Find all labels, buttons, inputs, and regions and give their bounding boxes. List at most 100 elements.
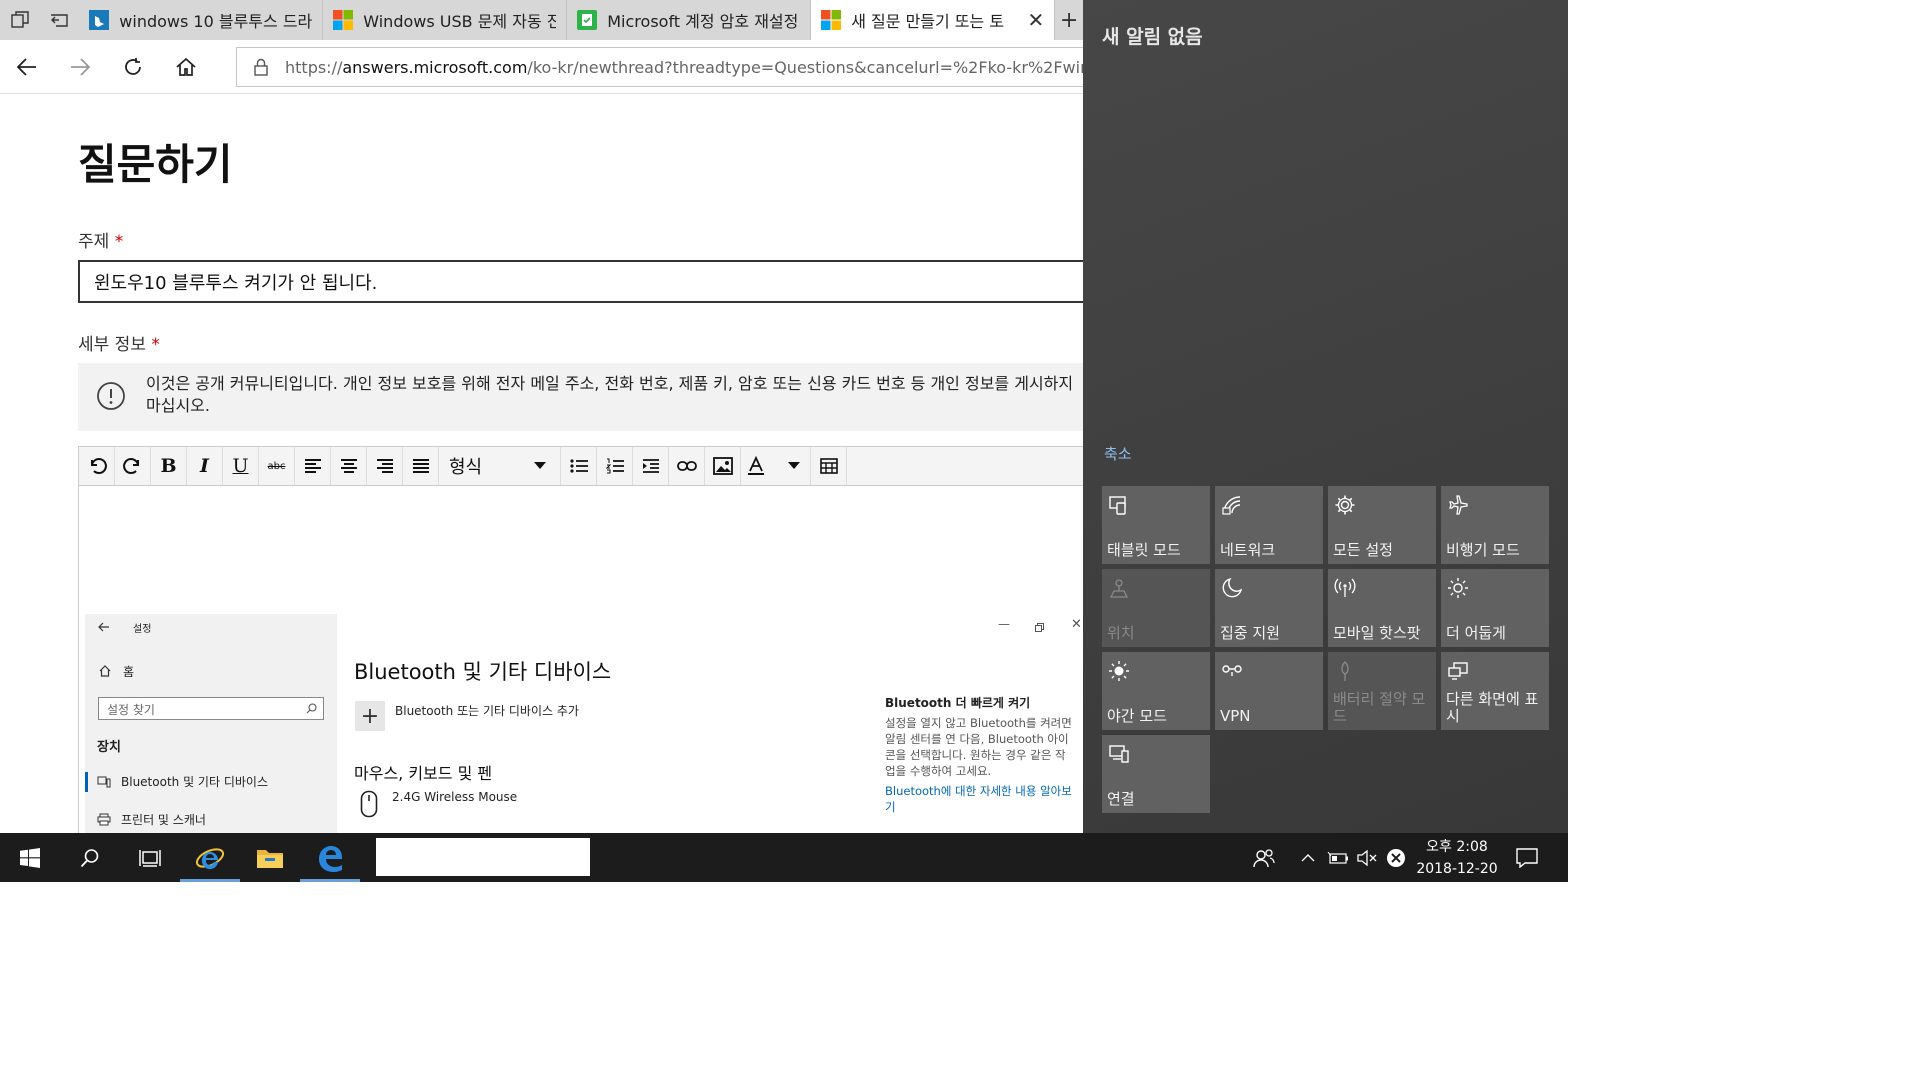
edge-button[interactable] bbox=[300, 833, 360, 882]
system-clock[interactable]: 오후 2:08 2018-12-20 bbox=[1410, 833, 1504, 882]
url-scheme: https:// bbox=[285, 57, 343, 77]
file-explorer-button[interactable] bbox=[240, 833, 300, 882]
bold-button[interactable]: B bbox=[151, 447, 187, 485]
underline-button[interactable]: U bbox=[223, 447, 259, 485]
show-hidden-icons-button[interactable] bbox=[1296, 833, 1320, 882]
image-icon bbox=[712, 457, 733, 475]
home-icon bbox=[99, 665, 111, 677]
internet-explorer-button[interactable] bbox=[180, 833, 240, 882]
tab-bing-search[interactable]: windows 10 블루투스 드라( bbox=[79, 0, 324, 40]
quick-action-battery-saver[interactable]: 배터리 절약 모드 bbox=[1328, 652, 1436, 730]
justify-button[interactable] bbox=[403, 447, 439, 485]
tab-password-reset[interactable]: Microsoft 계정 암호 재설정 bbox=[567, 0, 812, 40]
tab-title: 새 질문 만들기 또는 토 bbox=[851, 12, 1005, 31]
settings-sidebar: 설정 홈 설정 찾기 장치 Bluetooth 및 기타 디바이스 프린터 및 … bbox=[85, 614, 337, 833]
volume-muted-icon bbox=[1357, 849, 1377, 866]
quick-action-vpn[interactable]: VPN bbox=[1215, 652, 1323, 730]
tab-title: Windows USB 문제 자동 진 bbox=[363, 12, 557, 31]
moon-icon bbox=[1221, 577, 1243, 599]
required-mark: * bbox=[151, 335, 160, 355]
tab-new-question[interactable]: 새 질문 만들기 또는 토 ✕ bbox=[811, 0, 1056, 40]
format-select[interactable]: 형식 bbox=[439, 447, 561, 485]
refresh-button[interactable] bbox=[106, 40, 159, 94]
home-icon bbox=[175, 57, 196, 76]
strikethrough-button[interactable]: abc bbox=[259, 447, 295, 485]
quick-action-project[interactable]: 다른 화면에 표시 bbox=[1441, 652, 1549, 730]
align-left-button[interactable] bbox=[295, 447, 331, 485]
settings-app-title: 설정 bbox=[133, 624, 152, 635]
quick-action-moon[interactable]: 집중 지원 bbox=[1215, 569, 1323, 647]
numbered-list-button[interactable] bbox=[597, 447, 633, 485]
project-icon bbox=[1447, 660, 1469, 682]
network-button[interactable] bbox=[1382, 833, 1410, 882]
connect-icon bbox=[1108, 743, 1130, 765]
navigation-bar: https://answers.microsoft.com/ko-kr/newt… bbox=[0, 40, 1096, 94]
selected-indicator bbox=[85, 772, 88, 792]
quick-action-brightness[interactable]: 더 어둡게 bbox=[1441, 569, 1549, 647]
subject-label: 주제 * bbox=[78, 227, 123, 252]
quick-action-hotspot[interactable]: 모바일 핫스팟 bbox=[1328, 569, 1436, 647]
search-button[interactable] bbox=[60, 833, 120, 882]
forward-button[interactable] bbox=[53, 40, 106, 94]
table-icon bbox=[819, 458, 838, 474]
action-center-button[interactable] bbox=[1510, 833, 1544, 882]
address-bar[interactable]: https://answers.microsoft.com/ko-kr/newt… bbox=[236, 47, 1096, 87]
quick-action-tablet-mode[interactable]: 태블릿 모드 bbox=[1102, 486, 1210, 564]
image-button[interactable] bbox=[705, 447, 741, 485]
table-button[interactable] bbox=[811, 447, 847, 485]
location-icon bbox=[1108, 577, 1130, 599]
taskbar: 오후 2:08 2018-12-20 bbox=[0, 833, 1568, 882]
redo-button[interactable] bbox=[115, 447, 151, 485]
start-button[interactable] bbox=[0, 833, 60, 882]
microsoft-icon bbox=[821, 10, 842, 30]
quick-action-label: 야간 모드 bbox=[1107, 707, 1167, 725]
text-color-button[interactable] bbox=[741, 447, 811, 485]
subject-input[interactable]: 윈도우10 블루투스 켜기가 안 됩니다. bbox=[78, 260, 1083, 303]
forward-arrow-icon bbox=[70, 57, 90, 76]
task-view-button[interactable] bbox=[120, 833, 180, 882]
people-button[interactable] bbox=[1244, 833, 1284, 882]
quick-action-label: 연결 bbox=[1107, 790, 1135, 808]
settings-home: 홈 bbox=[123, 665, 135, 679]
align-center-button[interactable] bbox=[331, 447, 367, 485]
editor-toolbar: B I U abc 형식 bbox=[78, 446, 1083, 486]
bullet-list-button[interactable] bbox=[561, 447, 597, 485]
collapse-link[interactable]: 축소 bbox=[1104, 443, 1132, 464]
quick-action-label: 위치 bbox=[1107, 624, 1135, 642]
page-title: 질문하기 bbox=[78, 140, 233, 189]
tab-title: Microsoft 계정 암호 재설정 bbox=[607, 12, 799, 31]
quick-action-airplane[interactable]: 비행기 모드 bbox=[1441, 486, 1549, 564]
quick-action-location[interactable]: 위치 bbox=[1102, 569, 1210, 647]
windows-logo-icon bbox=[20, 847, 40, 868]
tab-usb-troubleshooter[interactable]: Windows USB 문제 자동 진 bbox=[323, 0, 568, 40]
home-button[interactable] bbox=[159, 40, 212, 94]
info-circle-icon bbox=[97, 382, 125, 410]
undo-button[interactable] bbox=[79, 447, 115, 485]
gear-icon bbox=[1334, 494, 1356, 516]
battery-saver-icon bbox=[1334, 660, 1356, 682]
quick-action-night-light[interactable]: 야간 모드 bbox=[1102, 652, 1210, 730]
quick-action-gear[interactable]: 모든 설정 bbox=[1328, 486, 1436, 564]
side-heading: Bluetooth 더 빠르게 켜기 bbox=[885, 696, 1031, 710]
set-aside-tabs-icon[interactable] bbox=[40, 0, 80, 40]
align-right-button[interactable] bbox=[367, 447, 403, 485]
network-icon bbox=[1221, 494, 1243, 516]
quick-action-label: 집중 지원 bbox=[1220, 624, 1280, 642]
quick-action-label: 네트워크 bbox=[1220, 541, 1276, 559]
close-tab-icon[interactable]: ✕ bbox=[1017, 8, 1044, 32]
volume-button[interactable] bbox=[1354, 833, 1380, 882]
quick-action-connect[interactable]: 연결 bbox=[1102, 735, 1210, 813]
quick-action-network[interactable]: 네트워크 bbox=[1215, 486, 1323, 564]
link-button[interactable] bbox=[669, 447, 705, 485]
url-path: /ko-kr/newthread?threadtype=Questions&ca… bbox=[527, 57, 1095, 77]
italic-button[interactable]: I bbox=[187, 447, 223, 485]
tab-preview-icon[interactable] bbox=[0, 0, 40, 40]
back-button[interactable] bbox=[0, 40, 53, 94]
indent-button[interactable] bbox=[633, 447, 669, 485]
no-notifications-header: 새 알림 없음 bbox=[1102, 26, 1203, 48]
clock-time: 오후 2:08 bbox=[1426, 838, 1488, 855]
new-tab-button[interactable]: + bbox=[1055, 0, 1083, 40]
battery-button[interactable] bbox=[1324, 833, 1352, 882]
taskbar-search-box[interactable] bbox=[376, 838, 590, 876]
text-color-icon bbox=[748, 456, 764, 475]
